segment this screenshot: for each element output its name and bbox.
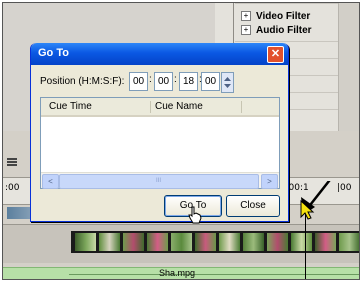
- tree-item-audio-filter[interactable]: + Audio Filter: [241, 23, 312, 37]
- column-header-cue-name[interactable]: Cue Name: [155, 101, 203, 112]
- clip-frame: [99, 233, 120, 251]
- hand-cursor-icon: [188, 206, 202, 224]
- dialog-body: Position (H:M:S:F): 00 : 00 : 18 : 00 Cu…: [33, 65, 286, 219]
- plus-expander-icon[interactable]: +: [241, 11, 251, 21]
- close-icon[interactable]: ✕: [267, 46, 284, 63]
- close-button[interactable]: Close: [226, 195, 280, 217]
- column-divider[interactable]: [150, 101, 151, 113]
- column-divider[interactable]: [241, 101, 242, 113]
- dialog-titlebar[interactable]: Go To ✕: [31, 43, 288, 65]
- timecode-spinner[interactable]: [221, 72, 234, 93]
- editor-window: + Video Filter + Audio Filter :00 |00:00…: [2, 2, 360, 280]
- timecode-seconds-field[interactable]: 18: [179, 72, 198, 91]
- scroll-right-icon[interactable]: >: [261, 174, 278, 189]
- timecode-frames-field[interactable]: 00: [201, 72, 220, 91]
- timecode-separator: :: [149, 74, 152, 85]
- scroll-left-icon[interactable]: <: [42, 174, 59, 189]
- timecode-hours-field[interactable]: 00: [129, 72, 148, 91]
- clip-frame: [219, 233, 240, 251]
- cue-list[interactable]: Cue Time Cue Name < III >: [40, 97, 280, 189]
- tree-item-label: Audio Filter: [256, 24, 312, 36]
- scroll-thumb[interactable]: III: [59, 174, 259, 189]
- clip-frame: [267, 233, 288, 251]
- tree-item-label: Video Filter: [256, 10, 311, 22]
- goto-dialog: Go To ✕ Position (H:M:S:F): 00 : 00 : 18…: [30, 43, 289, 222]
- right-toolbar-strip: [338, 3, 359, 131]
- plus-expander-icon[interactable]: +: [241, 25, 251, 35]
- dialog-title: Go To: [38, 47, 69, 59]
- clip-frame: [171, 233, 192, 251]
- clip-frame: [123, 233, 144, 251]
- arrow-cursor-icon: [300, 181, 331, 220]
- clip-frame: [75, 233, 96, 251]
- list-icon[interactable]: [7, 157, 17, 167]
- clip-frame: [195, 233, 216, 251]
- horizontal-scrollbar[interactable]: < III >: [41, 172, 279, 189]
- tree-item-video-filter[interactable]: + Video Filter: [241, 9, 310, 23]
- scroll-grip: III: [156, 178, 162, 184]
- position-label: Position (H:M:S:F):: [40, 76, 125, 87]
- column-header-cue-time[interactable]: Cue Time: [49, 101, 92, 112]
- clip-frame: [243, 233, 264, 251]
- clip-frame: [147, 233, 168, 251]
- divider: [235, 3, 351, 4]
- divider: [235, 41, 351, 42]
- clip-name-label: Sha.mpg: [159, 268, 196, 278]
- cue-list-header: Cue Time Cue Name: [41, 98, 279, 117]
- ruler-label: :00: [5, 183, 20, 193]
- spinner-icon[interactable]: [223, 74, 232, 91]
- timecode-separator: :: [174, 74, 177, 85]
- timecode-minutes-field[interactable]: 00: [154, 72, 173, 91]
